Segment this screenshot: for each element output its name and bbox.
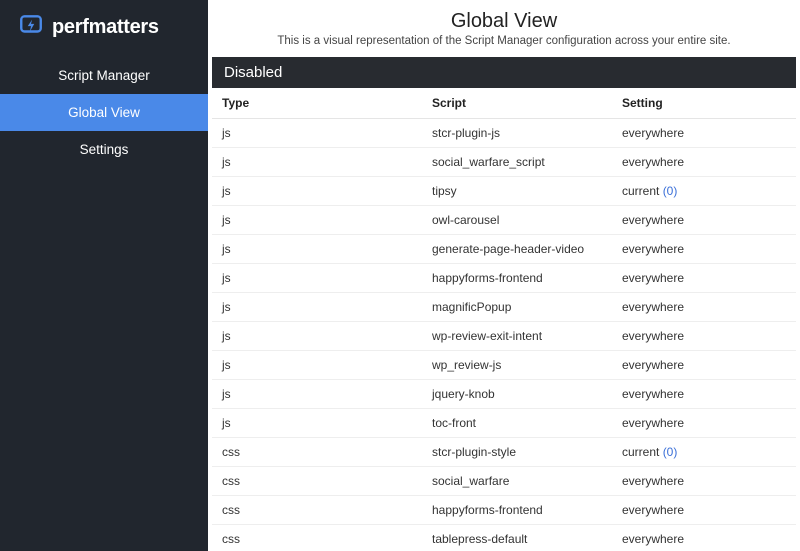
page-header: Global View This is a visual representat… — [208, 0, 800, 53]
cell-setting: current (0) — [612, 177, 796, 206]
page-title: Global View — [208, 10, 800, 33]
cell-type: css — [212, 496, 422, 525]
main-panel: Global View This is a visual representat… — [208, 0, 800, 551]
cell-script: wp_review-js — [422, 351, 612, 380]
table-row: jsgenerate-page-header-videoeverywhere — [212, 235, 796, 264]
table-row: jsowl-carouseleverywhere — [212, 206, 796, 235]
table-row: jsjquery-knobeverywhere — [212, 380, 796, 409]
table-row: jswp_review-jseverywhere — [212, 351, 796, 380]
cell-type: css — [212, 438, 422, 467]
table-row: csstablepress-defaulteverywhere — [212, 525, 796, 551]
cell-script: tipsy — [422, 177, 612, 206]
cell-type: js — [212, 119, 422, 148]
col-setting: Setting — [612, 88, 796, 119]
col-script: Script — [422, 88, 612, 119]
disabled-scripts-table: Type Script Setting jsstcr-plugin-jsever… — [212, 88, 796, 551]
sidebar-item-global-view[interactable]: Global View — [0, 94, 208, 131]
setting-count-link[interactable]: (0) — [663, 184, 678, 198]
cell-type: js — [212, 148, 422, 177]
bolt-icon — [18, 12, 44, 43]
cell-script: jquery-knob — [422, 380, 612, 409]
section-disabled-header: Disabled — [212, 57, 796, 88]
cell-type: css — [212, 467, 422, 496]
table-row: cssstcr-plugin-stylecurrent (0) — [212, 438, 796, 467]
cell-setting: everywhere — [612, 351, 796, 380]
brand-name: perfmatters — [52, 16, 159, 39]
cell-setting: everywhere — [612, 119, 796, 148]
cell-setting: everywhere — [612, 148, 796, 177]
cell-script: generate-page-header-video — [422, 235, 612, 264]
cell-type: js — [212, 235, 422, 264]
cell-type: js — [212, 409, 422, 438]
sidebar-item-script-manager[interactable]: Script Manager — [0, 57, 208, 94]
cell-script: tablepress-default — [422, 525, 612, 551]
cell-setting: everywhere — [612, 322, 796, 351]
cell-type: js — [212, 177, 422, 206]
table-row: jstipsycurrent (0) — [212, 177, 796, 206]
table-scroll[interactable]: Type Script Setting jsstcr-plugin-jsever… — [212, 88, 796, 551]
cell-script: toc-front — [422, 409, 612, 438]
cell-script: social_warfare_script — [422, 148, 612, 177]
cell-script: happyforms-frontend — [422, 264, 612, 293]
table-row: csssocial_warfareeverywhere — [212, 467, 796, 496]
cell-script: magnificPopup — [422, 293, 612, 322]
brand-logo: perfmatters — [0, 0, 208, 57]
cell-setting: everywhere — [612, 206, 796, 235]
cell-setting: everywhere — [612, 235, 796, 264]
cell-type: js — [212, 293, 422, 322]
setting-count-link[interactable]: (0) — [663, 445, 678, 459]
cell-setting: everywhere — [612, 496, 796, 525]
cell-script: owl-carousel — [422, 206, 612, 235]
cell-type: css — [212, 525, 422, 551]
table-header-row: Type Script Setting — [212, 88, 796, 119]
table-row: jshappyforms-frontendeverywhere — [212, 264, 796, 293]
cell-type: js — [212, 206, 422, 235]
cell-script: happyforms-frontend — [422, 496, 612, 525]
cell-script: stcr-plugin-js — [422, 119, 612, 148]
sidebar-nav: Script ManagerGlobal ViewSettings — [0, 57, 208, 168]
cell-setting: everywhere — [612, 380, 796, 409]
col-type: Type — [212, 88, 422, 119]
cell-script: wp-review-exit-intent — [422, 322, 612, 351]
table-row: jsstcr-plugin-jseverywhere — [212, 119, 796, 148]
cell-type: js — [212, 264, 422, 293]
cell-setting: everywhere — [612, 293, 796, 322]
cell-setting: current (0) — [612, 438, 796, 467]
cell-type: js — [212, 351, 422, 380]
table-row: jswp-review-exit-intenteverywhere — [212, 322, 796, 351]
page-subtitle: This is a visual representation of the S… — [208, 35, 800, 47]
sidebar-item-settings[interactable]: Settings — [0, 131, 208, 168]
cell-setting: everywhere — [612, 264, 796, 293]
table-body: jsstcr-plugin-jseverywhere jssocial_warf… — [212, 119, 796, 551]
table-row: csshappyforms-frontendeverywhere — [212, 496, 796, 525]
cell-script: stcr-plugin-style — [422, 438, 612, 467]
app-root: perfmatters Script ManagerGlobal ViewSet… — [0, 0, 800, 551]
table-row: jsmagnificPopupeverywhere — [212, 293, 796, 322]
cell-type: js — [212, 322, 422, 351]
cell-setting: everywhere — [612, 409, 796, 438]
table-row: jstoc-fronteverywhere — [212, 409, 796, 438]
cell-script: social_warfare — [422, 467, 612, 496]
table-row: jssocial_warfare_scripteverywhere — [212, 148, 796, 177]
cell-setting: everywhere — [612, 525, 796, 551]
sidebar: perfmatters Script ManagerGlobal ViewSet… — [0, 0, 208, 551]
cell-setting: everywhere — [612, 467, 796, 496]
cell-type: js — [212, 380, 422, 409]
